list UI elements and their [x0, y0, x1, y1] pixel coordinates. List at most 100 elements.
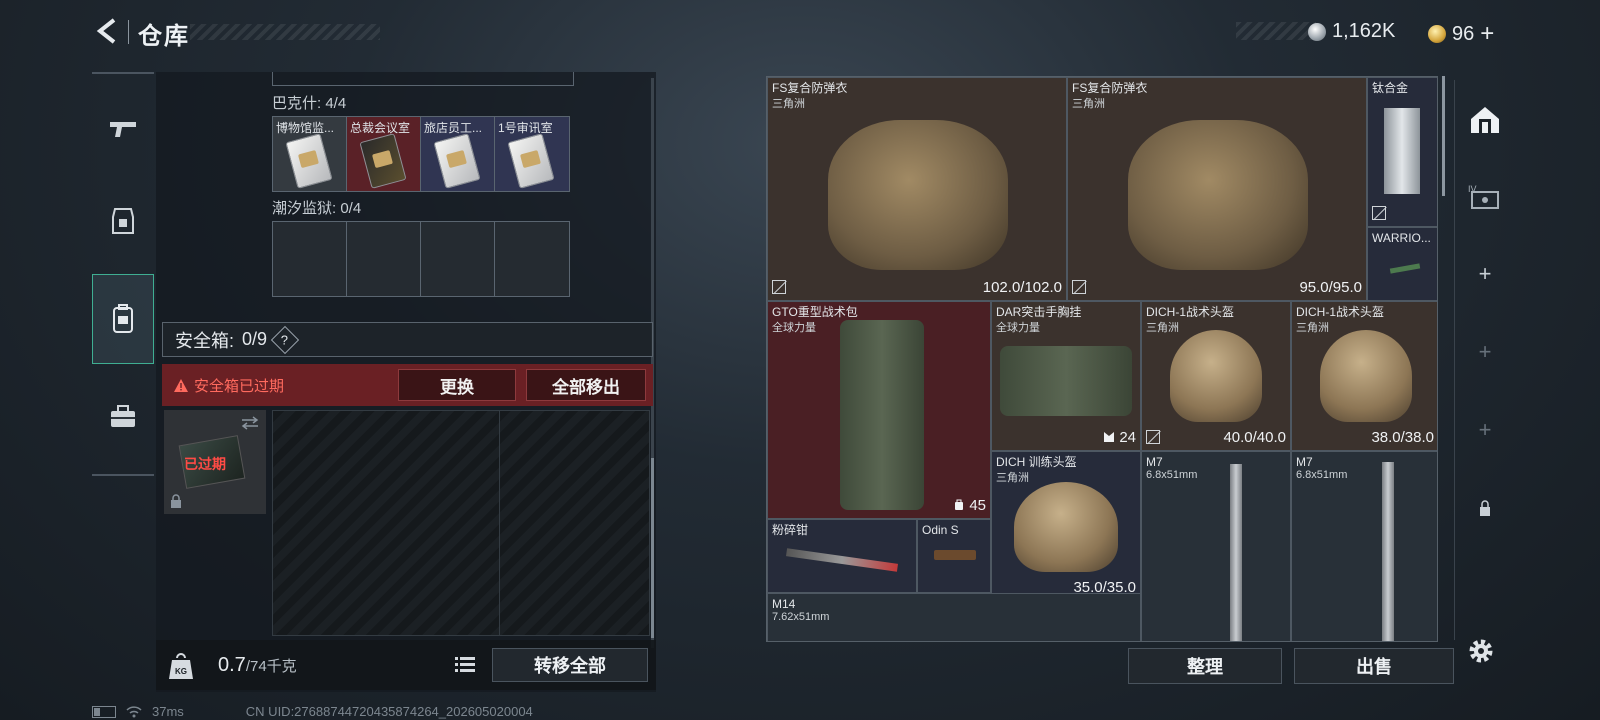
backpack-image: [840, 320, 924, 510]
durability: 102.0/102.0: [982, 279, 1062, 296]
chest-rig-icon: [1104, 432, 1115, 442]
item-gto-backpack[interactable]: GTO重型战术包 全球力量 45: [767, 301, 991, 519]
silver-amount: 1,162K: [1332, 20, 1396, 42]
help-icon[interactable]: ?: [270, 325, 300, 354]
currency-silver: 1,162K: [1308, 20, 1395, 43]
no-trade-icon: [772, 280, 786, 294]
currency-gold[interactable]: 96 +: [1428, 20, 1494, 48]
currency-stripe-decoration: [1236, 22, 1316, 40]
no-trade-icon: [1146, 430, 1160, 444]
helmet-image: [1320, 330, 1412, 422]
capacity: 24: [1103, 429, 1136, 446]
replace-button[interactable]: 更换: [398, 369, 516, 401]
gold-amount: 96: [1452, 22, 1475, 45]
key-slot-empty[interactable]: [495, 222, 569, 296]
item-fs-armor-2[interactable]: FS复合防弹衣 三角洲 95.0/95.0: [1067, 77, 1367, 301]
swap-icon: [241, 416, 259, 430]
armor-vest-image: [1128, 120, 1308, 270]
home-icon[interactable]: [1465, 100, 1505, 140]
key-slot[interactable]: 总裁会议室: [347, 117, 421, 191]
durability: 38.0/38.0: [1371, 429, 1434, 446]
title-divider: [128, 20, 129, 44]
item-m14-rifle[interactable]: M14 7.62x51mm: [767, 593, 1141, 641]
pliers-image: [785, 548, 899, 572]
sort-button[interactable]: 整理: [1128, 648, 1282, 684]
lock-icon: [171, 494, 181, 508]
capacity: 45: [953, 497, 986, 514]
item-dich1-helmet-1[interactable]: DICH-1战术头盔 三角洲 40.0/40.0: [1141, 301, 1291, 451]
key-slot[interactable]: 1号审讯室: [495, 117, 569, 191]
item-dich-training-helmet[interactable]: DICH 训练头盔 三角洲 35.0/35.0: [991, 451, 1141, 601]
add-page-icon[interactable]: +: [1465, 332, 1505, 372]
item-m7-rifle-1[interactable]: M7 6.8x51mm: [1141, 451, 1291, 641]
weight-value: 0.7: [218, 654, 246, 676]
key-slot-empty[interactable]: [347, 222, 421, 296]
weapon-icon[interactable]: [92, 98, 154, 160]
weight-capacity: /74千克: [245, 658, 297, 675]
attachment-image: [1389, 263, 1421, 274]
add-page-icon[interactable]: +: [1465, 410, 1505, 450]
gold-coin-icon: [1428, 25, 1446, 43]
add-page-icon[interactable]: +: [1465, 254, 1505, 294]
page-title: 仓库: [138, 23, 190, 50]
toolbox-icon[interactable]: [92, 386, 154, 448]
left-scrollbar[interactable]: [651, 78, 654, 648]
item-dich1-helmet-2[interactable]: DICH-1战术头盔 三角洲 38.0/38.0: [1291, 301, 1437, 451]
key-section-label: 潮汐监狱: 0/4: [272, 200, 362, 217]
key-section-label: 巴克什: 4/4: [272, 95, 347, 112]
safe-box-count: 0/9: [242, 329, 268, 349]
key-slot[interactable]: 博物馆监...: [273, 117, 347, 191]
wifi-icon: [126, 705, 142, 717]
status-bar: 37ms CN UID:2768874472043587426​4_202605…: [92, 704, 533, 719]
lock-icon: [1465, 488, 1505, 528]
previous-key-grid-edge: [272, 72, 574, 86]
safe-box-expired-bar: 安全箱已过期 更换 全部移出: [162, 364, 653, 406]
keycard-icon: [433, 133, 481, 189]
item-crusher-pliers[interactable]: 粉碎钳: [767, 519, 917, 593]
back-arrow-icon[interactable]: [92, 16, 122, 46]
stash-scrollbar[interactable]: [1442, 76, 1445, 196]
stash-page-nav: IV + + +: [1454, 80, 1514, 640]
list-icon[interactable]: [454, 654, 476, 676]
transfer-all-button[interactable]: 转移全部: [492, 648, 648, 682]
sell-button[interactable]: 出售: [1294, 648, 1454, 684]
no-trade-icon: [1072, 280, 1086, 294]
top-bar: 仓库 1,162K 96 +: [0, 0, 1600, 62]
expired-label: 已过期: [184, 456, 226, 472]
ping-text: 37ms: [152, 704, 184, 719]
item-odin-s[interactable]: Odin S: [917, 519, 991, 593]
helmet-image: [1170, 330, 1262, 422]
keycard-icon: [507, 133, 555, 189]
armor-vest-image: [828, 120, 1008, 270]
safe-box-thumbnail[interactable]: 已过期: [164, 410, 266, 514]
titanium-ingot-image: [1384, 108, 1420, 194]
capacity-icon: [955, 499, 964, 510]
inventory-footer: KG 0.7/74千克 转移全部: [156, 640, 656, 690]
armor-icon[interactable]: [92, 190, 154, 252]
expired-warning: 安全箱已过期: [174, 375, 284, 396]
silver-coin-icon: [1308, 22, 1326, 41]
rifle-image: [1382, 462, 1394, 641]
item-titanium[interactable]: 钛合金: [1367, 77, 1437, 227]
uid-text: CN UID:2768874472043587426​4_20260502000…: [245, 704, 533, 719]
backpack-icon[interactable]: [92, 274, 154, 364]
safe-box-slots[interactable]: [272, 410, 650, 636]
stash-grid: FS复合防弹衣 三角洲 102.0/102.0 FS复合防弹衣 三角洲 95.0…: [766, 76, 1438, 642]
item-dar-chest-rig[interactable]: DAR突击手胸挂 全球力量 24: [991, 301, 1141, 451]
warning-icon: [174, 378, 188, 392]
item-warrior[interactable]: WARRIO...: [1367, 227, 1437, 301]
item-m7-rifle-2[interactable]: M7 6.8x51mm: [1291, 451, 1437, 641]
add-currency-icon[interactable]: +: [1480, 20, 1494, 48]
settings-gear-icon[interactable]: [1466, 636, 1496, 666]
safe-box-header: 安全箱: 0/9 ?: [162, 322, 653, 357]
remove-all-button[interactable]: 全部移出: [526, 369, 646, 401]
case-icon[interactable]: IV: [1465, 176, 1505, 216]
key-slot-empty[interactable]: [421, 222, 495, 296]
key-slot[interactable]: 旅店员工...: [421, 117, 495, 191]
scope-image: [934, 550, 976, 560]
keycard-icon: [359, 133, 407, 189]
item-fs-armor-1[interactable]: FS复合防弹衣 三角洲 102.0/102.0: [767, 77, 1067, 301]
safe-box-label: 安全箱:: [175, 330, 235, 351]
key-grid-bakesh: 博物馆监... 总裁会议室 旅店员工... 1号审讯室: [272, 116, 570, 192]
key-slot-empty[interactable]: [273, 222, 347, 296]
